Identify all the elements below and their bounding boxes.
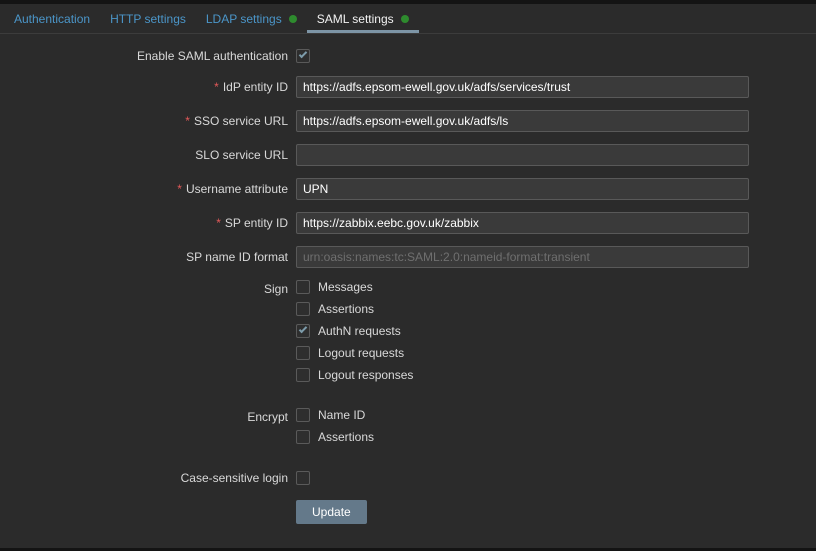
sp-entity-id-label: * SP entity ID	[216, 216, 288, 230]
idp-entity-id-input[interactable]	[296, 76, 749, 98]
idp-entity-id-label: * IdP entity ID	[214, 80, 288, 94]
encrypt-name-id-label[interactable]: Name ID	[318, 408, 365, 422]
sign-messages-label[interactable]: Messages	[318, 280, 373, 294]
sign-authn-requests-option: AuthN requests	[296, 324, 413, 338]
sp-name-id-format-input[interactable]	[296, 246, 749, 268]
check-icon	[298, 324, 308, 334]
enable-saml-checkbox[interactable]	[296, 49, 310, 63]
sign-authn-requests-label[interactable]: AuthN requests	[318, 324, 401, 338]
status-dot-icon	[288, 15, 297, 23]
sign-assertions-option: Assertions	[296, 302, 413, 316]
case-sensitive-checkbox[interactable]	[296, 471, 310, 485]
sign-logout-responses-label[interactable]: Logout responses	[318, 368, 413, 382]
sign-authn-requests-checkbox[interactable]	[296, 324, 310, 338]
sso-service-url-input[interactable]	[296, 110, 749, 132]
tab-saml-settings[interactable]: SAML settings	[306, 4, 419, 33]
tab-bar: Authentication HTTP settings LDAP settings…	[0, 4, 816, 34]
encrypt-name-id-option: Name ID	[296, 408, 374, 422]
required-asterisk: *	[214, 80, 219, 94]
sso-service-url-row: * SSO service URL	[0, 110, 816, 132]
encrypt-assertions-checkbox[interactable]	[296, 430, 310, 444]
sp-name-id-format-label: SP name ID format	[186, 250, 288, 264]
sign-logout-requests-label[interactable]: Logout requests	[318, 346, 404, 360]
sign-messages-option: Messages	[296, 280, 413, 294]
sign-assertions-checkbox[interactable]	[296, 302, 310, 316]
tab-label: Authentication	[14, 12, 91, 26]
slo-service-url-row: SLO service URL	[0, 144, 816, 166]
sso-service-url-label: * SSO service URL	[185, 114, 288, 128]
case-sensitive-label: Case-sensitive login	[180, 471, 288, 485]
sign-logout-requests-option: Logout requests	[296, 346, 413, 360]
sign-assertions-label[interactable]: Assertions	[318, 302, 374, 316]
check-icon	[298, 49, 308, 59]
encrypt-assertions-option: Assertions	[296, 430, 374, 444]
sign-group-label: Sign	[263, 282, 288, 296]
username-attribute-label: * Username attribute	[177, 182, 288, 196]
sign-logout-requests-checkbox[interactable]	[296, 346, 310, 360]
sign-logout-responses-option: Logout responses	[296, 368, 413, 382]
required-asterisk: *	[185, 114, 190, 128]
text-fields-section: *IdP entity ID *SSO service URL SLO servic…	[0, 76, 816, 268]
encrypt-name-id-checkbox[interactable]	[296, 408, 310, 422]
checkbox-groups-section: Sign Messages Assertions AuthN requests Logo…	[0, 280, 816, 452]
tab-label: HTTP settings	[110, 12, 186, 26]
username-attribute-input[interactable]	[296, 178, 749, 200]
tab-label: LDAP settings	[205, 12, 282, 26]
sign-messages-checkbox[interactable]	[296, 280, 310, 294]
sign-logout-responses-checkbox[interactable]	[296, 368, 310, 382]
required-asterisk: *	[177, 182, 182, 196]
update-button[interactable]: Update	[296, 500, 367, 524]
form-actions-row: Update	[0, 500, 816, 524]
saml-settings-form: Enable SAML authentication * IdP entity I…	[0, 34, 816, 524]
sign-group-row: Sign Messages Assertions AuthN requests Logo…	[0, 280, 816, 390]
sp-entity-id-input[interactable]	[296, 212, 749, 234]
tab-label: SAML settings	[316, 12, 394, 26]
required-asterisk: *	[216, 216, 221, 230]
slo-service-url-label: SLO service URL	[195, 148, 288, 162]
idp-entity-id-row: * IdP entity ID	[0, 76, 816, 98]
tab-http-settings[interactable]: HTTP settings	[100, 4, 196, 33]
slo-service-url-input[interactable]	[296, 144, 749, 166]
enable-saml-label: Enable SAML authentication	[137, 49, 288, 63]
encrypt-assertions-label[interactable]: Assertions	[318, 430, 374, 444]
status-dot-icon	[400, 15, 409, 23]
tab-authentication[interactable]: Authentication	[4, 4, 100, 33]
sp-entity-id-row: * SP entity ID	[0, 212, 816, 234]
encrypt-group-row: Encrypt Name ID Assertions	[0, 408, 816, 452]
username-attribute-row: * Username attribute	[0, 178, 816, 200]
encrypt-group-label: Encrypt	[247, 410, 288, 424]
enable-saml-row: Enable SAML authentication	[0, 48, 816, 64]
case-sensitive-row: Case-sensitive login	[0, 470, 816, 486]
tab-ldap-settings[interactable]: LDAP settings	[196, 4, 307, 33]
sp-name-id-format-row: SP name ID format	[0, 246, 816, 268]
